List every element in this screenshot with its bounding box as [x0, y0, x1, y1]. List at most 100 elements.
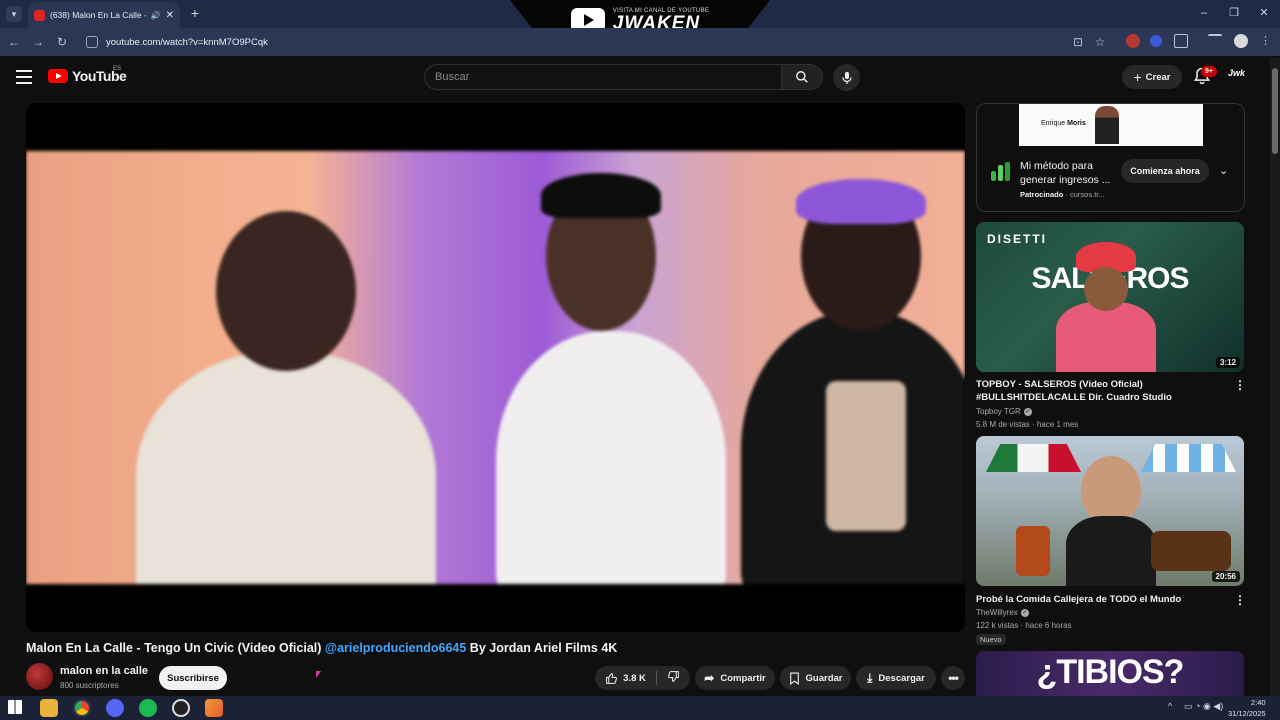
windows-start-icon[interactable] [8, 700, 22, 714]
subscribe-button[interactable]: Suscribirse [159, 666, 227, 690]
like-count: 3.8 K [623, 672, 646, 684]
address-bar[interactable]: youtube.com/watch?v=knnM7O9PCqk [80, 31, 1120, 53]
speaker-icon[interactable]: 🔊 [151, 11, 161, 20]
taskbar-clock[interactable]: 2:40 31/12/2025 [1228, 697, 1266, 719]
plus-icon: + [1133, 69, 1142, 85]
video-title-suffix: By Jordan Ariel Films 4K [469, 641, 618, 655]
mention-link[interactable]: @arielproduciendo6645 [325, 641, 466, 655]
account-avatar[interactable]: Jwk [1228, 68, 1248, 84]
youtube-logo-icon [48, 69, 68, 83]
verified-icon: ✓ [1020, 608, 1029, 617]
video-thumbnail[interactable]: 20:56 [976, 436, 1244, 586]
video-title-text: Malon En La Calle - Tengo Un Civic (Vide… [26, 641, 322, 655]
media-control-icon[interactable] [1208, 34, 1222, 48]
new-badge: Nuevo [976, 634, 1006, 645]
verified-icon: ✓ [1023, 407, 1032, 416]
more-horizontal-icon: ••• [948, 671, 959, 685]
ad-banner-image[interactable]: Enrique Moris [1019, 104, 1203, 146]
share-icon: ➦ [704, 671, 715, 685]
thumbnail-text: ¿TIBIOS? [1036, 653, 1185, 691]
share-button[interactable]: ➦ Compartir [695, 666, 775, 690]
browser-menu-icon[interactable]: ⋮ [1260, 34, 1271, 47]
spotify-icon[interactable] [139, 699, 157, 717]
thumbnail-brand: DISETTI [987, 232, 1048, 246]
ad-card[interactable]: Enrique Moris Mi método para generar ing… [976, 103, 1245, 212]
discord-icon[interactable] [106, 699, 124, 717]
microphone-icon [841, 71, 852, 84]
windows-taskbar [0, 696, 1280, 720]
extension-icon[interactable] [1150, 35, 1162, 47]
create-button[interactable]: + Crear [1122, 65, 1182, 89]
video-frame[interactable] [26, 151, 965, 584]
ad-cta-button[interactable]: Comienza ahora [1121, 159, 1209, 183]
recommended-channel[interactable]: TheWillyrex ✓ [976, 608, 1029, 617]
like-dislike-group: 3.8 K [595, 666, 690, 690]
dislike-button[interactable] [667, 670, 680, 686]
tray-chevron-icon[interactable]: ^ [1168, 701, 1172, 711]
recommended-video-title[interactable]: Probé la Comida Callejera de TODO el Mun… [976, 593, 1231, 606]
channel-avatar[interactable] [26, 663, 53, 690]
thumbs-down-icon [667, 671, 679, 682]
share-label: Compartir [720, 672, 766, 684]
more-vertical-icon[interactable]: ⋮ [1234, 378, 1246, 392]
chrome-icon[interactable] [73, 699, 91, 717]
browser-toolbar: ← → ↻ youtube.com/watch?v=knnM7O9PCqk ⊡ … [0, 28, 1280, 56]
search-input[interactable] [424, 64, 782, 90]
tab-title: (638) Malon En La Calle - Te [50, 10, 146, 20]
file-explorer-icon[interactable] [40, 699, 58, 717]
ad-person-image [1095, 106, 1119, 144]
subscriber-count: 800 suscriptores [60, 681, 119, 690]
reload-icon[interactable]: ↻ [54, 34, 70, 50]
bookmark-star-icon[interactable]: ☆ [1092, 34, 1108, 50]
app-icon[interactable] [205, 699, 223, 717]
extension-icon[interactable] [1126, 34, 1140, 48]
like-divider [655, 671, 657, 685]
video-thumbnail[interactable]: DISETTI SALSEROS 3:12 [976, 222, 1244, 372]
search-icon [796, 71, 808, 83]
guide-menu-icon[interactable] [16, 70, 32, 84]
back-arrow-icon[interactable]: ← [6, 34, 22, 50]
recommended-meta: 5.8 M de vistas · hace 1 mes [976, 420, 1079, 429]
ad-title[interactable]: Mi método para generar ingresos ... [1020, 159, 1120, 187]
site-info-icon[interactable] [86, 36, 98, 48]
browser-tab-active[interactable]: (638) Malon En La Calle - Te 🔊 ✕ [28, 2, 180, 28]
minimize-button[interactable]: – [1192, 4, 1216, 22]
obs-icon[interactable] [172, 699, 190, 717]
search-button[interactable] [781, 64, 823, 90]
ad-banner-name: Enrique Moris [1041, 120, 1086, 127]
profile-avatar-icon[interactable] [1234, 34, 1248, 48]
video-thumbnail[interactable]: ¿TIBIOS? [976, 651, 1244, 696]
install-app-icon[interactable]: ⊡ [1070, 34, 1086, 50]
extensions-puzzle-icon[interactable] [1174, 34, 1188, 48]
tab-close-icon[interactable]: ✕ [166, 10, 174, 21]
like-button[interactable]: 3.8 K [605, 672, 646, 685]
clock-date: 31/12/2025 [1228, 709, 1266, 718]
video-player[interactable] [26, 103, 965, 632]
video-title: Malon En La Calle - Tengo Un Civic (Vide… [26, 641, 617, 655]
url-text: youtube.com/watch?v=knnM7O9PCqk [106, 36, 268, 48]
tray-icons[interactable]: ▭ ◔ ◉ ◀) [1184, 701, 1223, 712]
more-vertical-icon[interactable]: ⋮ [1234, 593, 1246, 607]
scrollbar-thumb[interactable] [1272, 68, 1278, 154]
youtube-favicon-icon [34, 9, 45, 21]
channel-name[interactable]: malon en la calle [60, 665, 148, 677]
mouse-cursor [316, 671, 321, 678]
thumbs-up-icon [606, 672, 618, 684]
save-label: Guardar [805, 672, 843, 684]
save-button[interactable]: Guardar [780, 666, 851, 690]
country-code: ES [113, 66, 122, 72]
video-duration: 3:12 [1215, 357, 1240, 368]
restore-button[interactable]: ❐ [1222, 4, 1246, 22]
forward-arrow-icon[interactable]: → [30, 34, 46, 50]
window-close-button[interactable]: ✕ [1252, 4, 1276, 22]
more-actions-button[interactable]: ••• [941, 666, 965, 690]
recommended-meta: 122 k vistas · hace 6 horas [976, 621, 1072, 630]
recommended-channel[interactable]: Topboy TGR ✓ [976, 407, 1032, 416]
recommended-video-title[interactable]: TOPBOY - SALSEROS (Video Oficial) #BULLS… [976, 378, 1231, 404]
chevron-down-icon[interactable]: ⌄ [1219, 164, 1228, 177]
clock-time: 2:40 [1250, 698, 1266, 707]
tab-search-button[interactable]: ▾ [6, 6, 22, 22]
new-tab-button[interactable]: + [186, 4, 204, 22]
download-button[interactable]: ⤓ Descargar [856, 666, 936, 690]
voice-search-button[interactable] [833, 64, 860, 91]
